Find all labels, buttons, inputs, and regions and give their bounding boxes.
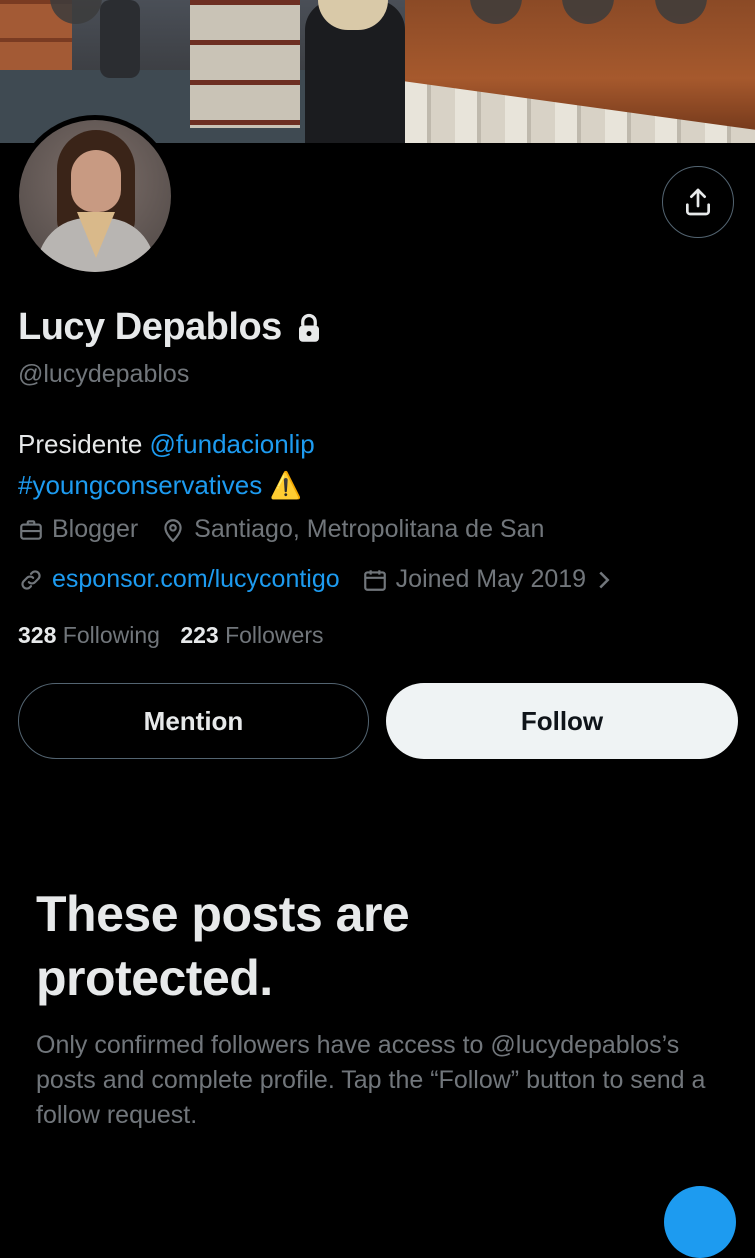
compose-fab[interactable] [664, 1186, 736, 1258]
calendar-icon [363, 569, 386, 591]
profile-location: Santiago, Metropolitana de San [160, 515, 544, 544]
profile-handle: @lucydepablos [18, 360, 190, 388]
profile-category: Blogger [18, 515, 138, 544]
followers-count-link[interactable]: 223 Followers [180, 622, 323, 648]
profile-joined-text: Joined May 2019 [395, 565, 587, 593]
warning-emoji: ⚠️ [269, 470, 302, 500]
location-pin-icon [164, 518, 182, 542]
share-button[interactable] [662, 166, 734, 238]
avatar[interactable] [14, 115, 176, 277]
profile-location-text: Santiago, Metropolitana de San [194, 515, 545, 543]
banner-person [100, 0, 140, 78]
chevron-right-icon [599, 571, 610, 588]
follow-counts: 328 Following 223 Followers [18, 622, 324, 649]
following-count-link[interactable]: 328 Following [18, 622, 160, 648]
followers-label: Followers [218, 622, 324, 648]
mention-button[interactable]: Mention [18, 683, 369, 759]
lock-icon [296, 313, 322, 343]
briefcase-icon [20, 519, 42, 540]
link-icon [21, 569, 41, 590]
profile-name: Lucy Depablos [18, 306, 322, 349]
banner-book-table [190, 0, 300, 128]
bio-hashtag-link[interactable]: #youngconservatives [18, 470, 262, 500]
profile-name-text: Lucy Depablos [18, 306, 282, 348]
bio-mention-link[interactable]: @fundacionlip [150, 429, 315, 459]
following-label: Following [56, 622, 160, 648]
profile-bio: Presidente @fundacionlip #youngconservat… [18, 424, 315, 506]
bio-text: Presidente [18, 429, 150, 459]
profile-joined[interactable]: Joined May 2019 [362, 565, 612, 594]
protected-posts-body: Only confirmed followers have access to … [36, 1031, 706, 1129]
following-count: 328 [18, 622, 57, 648]
protected-posts-title: These posts are protected. [36, 886, 410, 1006]
followers-count: 223 [180, 622, 219, 648]
profile-website-link[interactable]: esponsor.com/lucycontigo [52, 565, 340, 594]
share-icon [686, 188, 710, 216]
profile-meta-row-1: Blogger Santiago, Metropolitana de San [18, 515, 566, 544]
follow-button[interactable]: Follow [386, 683, 738, 759]
profile-website[interactable]: esponsor.com/lucycontigo [18, 565, 340, 594]
profile-meta-row-2: esponsor.com/lucycontigo Joined May 2019 [18, 565, 634, 594]
profile-category-text: Blogger [52, 515, 139, 543]
avatar-photo [19, 120, 171, 272]
